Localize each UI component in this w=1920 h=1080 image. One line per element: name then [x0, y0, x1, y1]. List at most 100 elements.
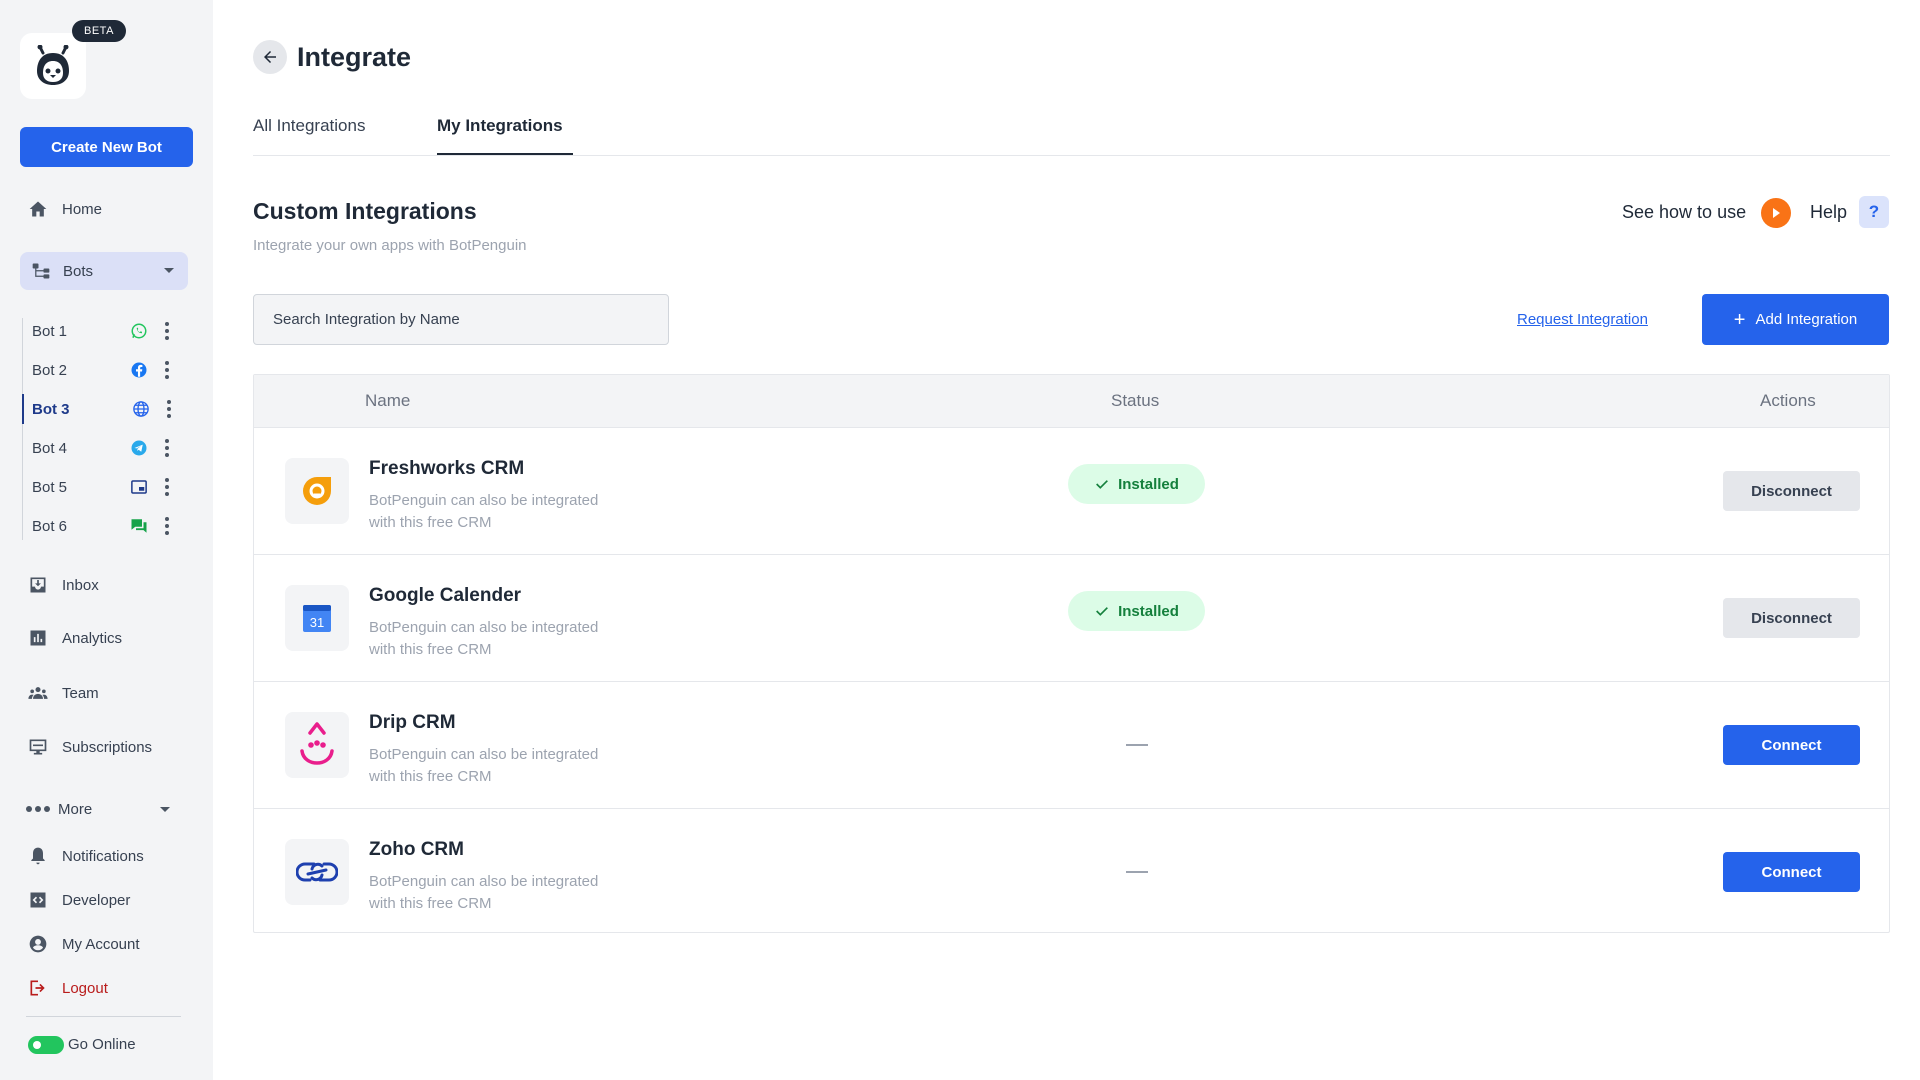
integrations-table: Name Status Actions Freshworks CRM BotPe…	[253, 374, 1890, 933]
nav-inbox-label: Inbox	[62, 576, 99, 594]
widget-icon	[131, 480, 147, 494]
search-integration-input[interactable]	[253, 294, 669, 345]
bot-name: Bot 6	[32, 517, 68, 535]
account-icon	[29, 935, 47, 953]
freshworks-icon	[285, 458, 349, 524]
bot-menu-icon[interactable]	[164, 517, 170, 535]
bot-menu-icon[interactable]	[164, 361, 170, 379]
integration-name: Google Calender	[369, 585, 522, 606]
check-icon	[1096, 480, 1108, 489]
drip-icon	[285, 712, 349, 778]
status-label: Installed	[1118, 475, 1179, 493]
bot-item-5[interactable]: Bot 5	[22, 472, 182, 502]
nav-more[interactable]: More	[26, 796, 176, 822]
nav-analytics-label: Analytics	[62, 629, 123, 647]
arrow-left-icon	[264, 51, 276, 63]
section-title: Custom Integrations	[253, 198, 477, 224]
chevron-down-icon	[164, 268, 174, 273]
back-button[interactable]	[253, 40, 287, 74]
add-integration-button[interactable]: + Add Integration	[1702, 294, 1889, 345]
column-header-status: Status	[1111, 391, 1160, 410]
nav-team-label: Team	[62, 684, 99, 702]
analytics-icon	[30, 630, 46, 646]
bot-name: Bot 5	[32, 478, 68, 496]
google-calendar-icon: 31	[285, 585, 349, 651]
bot-list-line	[22, 318, 23, 540]
integration-name: Freshworks CRM	[369, 458, 525, 479]
bot-item-4[interactable]: Bot 4	[22, 433, 182, 463]
nav-my-account[interactable]: My Account	[28, 929, 140, 959]
bot-name: Bot 2	[32, 361, 68, 379]
drip-logo-icon	[300, 722, 334, 765]
table-row: Freshworks CRM BotPenguin can also be in…	[254, 427, 1889, 554]
bot-name: Bot 4	[32, 439, 68, 457]
tab-my-integrations[interactable]: My Integrations	[437, 116, 563, 136]
nav-analytics[interactable]: Analytics	[28, 623, 122, 653]
whatsapp-icon	[131, 323, 147, 339]
calendar-logo-icon: 31	[303, 605, 331, 632]
help-icon[interactable]: ?	[1859, 196, 1889, 228]
go-online-label: Go Online	[68, 1036, 136, 1053]
sidebar-divider	[26, 1016, 181, 1017]
bot-menu-icon[interactable]	[166, 400, 172, 418]
create-new-bot-button[interactable]: Create New Bot	[20, 127, 193, 167]
bot-name: Bot 1	[32, 322, 68, 340]
bot-item-1[interactable]: Bot 1	[22, 316, 182, 346]
see-how-to-use-link[interactable]: See how to use	[1622, 202, 1746, 223]
connect-button[interactable]: Connect	[1723, 852, 1860, 892]
go-online-toggle[interactable]	[28, 1036, 64, 1054]
integration-description: BotPenguin can also be integrated with t…	[369, 873, 599, 912]
integration-description: BotPenguin can also be integrated with t…	[369, 619, 599, 658]
nav-notifications-label: Notifications	[62, 847, 144, 865]
home-icon	[29, 201, 47, 217]
nav-developer-label: Developer	[62, 891, 131, 909]
nav-subscriptions[interactable]: Subscriptions	[28, 732, 152, 762]
facebook-icon	[131, 362, 147, 378]
telegram-icon	[131, 440, 147, 456]
logout-icon	[30, 980, 45, 996]
freshworks-logo-icon	[303, 477, 331, 505]
play-video-icon[interactable]	[1761, 198, 1791, 228]
botpenguin-logo[interactable]	[20, 33, 86, 99]
bot-item-6[interactable]: Bot 6	[22, 511, 182, 541]
developer-code-icon	[30, 892, 46, 908]
nav-logout[interactable]: Logout	[28, 973, 108, 1003]
bot-menu-icon[interactable]	[164, 322, 170, 340]
more-dots-icon	[26, 806, 50, 812]
table-header: Name Status Actions	[254, 375, 1889, 427]
nav-more-label: More	[58, 800, 93, 818]
nav-bots[interactable]: Bots	[20, 252, 188, 290]
tab-all-integrations[interactable]: All Integrations	[253, 116, 365, 136]
bot-item-3[interactable]: Bot 3	[22, 394, 182, 424]
penguin-logo-icon	[37, 45, 69, 85]
nav-developer[interactable]: Developer	[28, 885, 130, 915]
nav-inbox[interactable]: Inbox	[28, 570, 99, 600]
nav-notifications[interactable]: Notifications	[28, 841, 144, 871]
request-integration-link[interactable]: Request Integration	[1517, 311, 1648, 328]
page-title: Integrate	[297, 42, 412, 72]
bell-icon	[31, 847, 45, 865]
globe-icon	[133, 401, 149, 417]
section-subtitle: Integrate your own apps with BotPenguin	[253, 237, 527, 254]
integration-description: BotPenguin can also be integrated with t…	[369, 492, 599, 531]
disconnect-button[interactable]: Disconnect	[1723, 471, 1860, 511]
integration-description: BotPenguin can also be integrated with t…	[369, 746, 599, 785]
connect-button[interactable]: Connect	[1723, 725, 1860, 765]
nav-home-label: Home	[62, 200, 103, 218]
nav-logout-label: Logout	[62, 979, 108, 997]
column-header-name: Name	[365, 391, 411, 410]
subscriptions-icon	[29, 739, 47, 755]
nav-team[interactable]: Team	[28, 678, 99, 708]
nav-bots-label: Bots	[63, 262, 94, 280]
status-empty-dash	[1126, 744, 1148, 746]
nav-home[interactable]: Home	[28, 194, 102, 224]
column-header-actions: Actions	[1760, 391, 1816, 410]
bot-name: Bot 3	[32, 400, 70, 418]
bot-item-2[interactable]: Bot 2	[22, 355, 182, 385]
status-badge: Installed	[1068, 464, 1205, 504]
beta-badge: BETA	[72, 20, 126, 42]
bot-menu-icon[interactable]	[164, 478, 170, 496]
disconnect-button[interactable]: Disconnect	[1723, 598, 1860, 638]
help-label: Help	[1810, 202, 1848, 222]
bot-menu-icon[interactable]	[164, 439, 170, 457]
